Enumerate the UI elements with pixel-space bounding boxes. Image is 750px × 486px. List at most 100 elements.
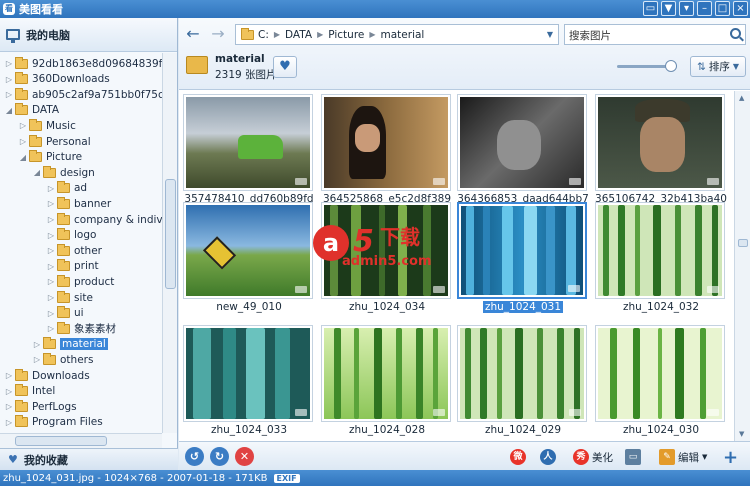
collapsed-arrow-icon[interactable]: ▷ bbox=[32, 340, 42, 349]
collapsed-arrow-icon[interactable]: ▷ bbox=[46, 215, 56, 224]
thumbnail-image[interactable] bbox=[186, 97, 310, 188]
tree-item[interactable]: ◢ design bbox=[32, 165, 95, 180]
collapsed-arrow-icon[interactable]: ▷ bbox=[46, 246, 56, 255]
tree-item[interactable]: ▷ banner bbox=[46, 196, 111, 211]
scroll-up-icon[interactable]: ▲ bbox=[739, 94, 744, 102]
thumbnail-item[interactable]: 364366853_daad644bb7 bbox=[457, 94, 591, 206]
tree-item[interactable]: ▷ Music bbox=[18, 118, 76, 133]
tree-item[interactable]: ▷ 92db1863e8d09684839fea bbox=[4, 56, 162, 71]
chat-icon[interactable]: ▭ bbox=[643, 1, 658, 16]
scroll-down-icon[interactable]: ▼ bbox=[739, 430, 744, 438]
tree-item[interactable]: ◢ DATA bbox=[4, 103, 59, 118]
thumbnail-image[interactable] bbox=[324, 97, 448, 188]
collapsed-arrow-icon[interactable]: ▷ bbox=[46, 309, 56, 318]
thumbnail-item[interactable]: zhu_1024_030 bbox=[595, 325, 729, 437]
sidebar-vertical-scrollbar[interactable] bbox=[162, 53, 177, 433]
search-icon[interactable] bbox=[730, 28, 741, 39]
forward-arrow-icon[interactable]: → bbox=[208, 25, 228, 45]
tree-item[interactable]: ▷ company & individua bbox=[46, 212, 162, 227]
sort-button[interactable]: ⇅ 排序 ▼ bbox=[690, 56, 746, 77]
favorites-header[interactable]: ♥ 我的收藏 bbox=[0, 448, 178, 470]
edit-button[interactable]: ✎ 编辑 ▼ bbox=[659, 448, 707, 466]
thumbnail-frame[interactable] bbox=[457, 94, 587, 191]
tree-item[interactable]: ▷ print bbox=[46, 259, 99, 274]
tree-item[interactable]: ▷ product bbox=[46, 274, 114, 289]
collapsed-arrow-icon[interactable]: ▷ bbox=[46, 199, 56, 208]
rotate-left-icon[interactable]: ↺ bbox=[185, 447, 204, 466]
zoom-slider-thumb[interactable] bbox=[665, 60, 677, 72]
collapsed-arrow-icon[interactable]: ▷ bbox=[46, 231, 56, 240]
thumbnail-frame[interactable] bbox=[595, 94, 725, 191]
search-input[interactable]: 搜索图片 bbox=[564, 24, 746, 45]
skin-icon[interactable]: ▼ bbox=[661, 1, 676, 16]
thumbnail-item[interactable]: zhu_1024_032 bbox=[595, 202, 729, 314]
breadcrumb-separator-icon[interactable]: ▶ bbox=[274, 30, 280, 39]
tree-item[interactable]: ▷ Intel bbox=[4, 384, 55, 399]
thumbnail-item[interactable]: 365106742_32b413ba40 bbox=[595, 94, 729, 206]
thumbnail-image[interactable] bbox=[598, 205, 722, 296]
thumbnail-frame[interactable] bbox=[321, 325, 451, 422]
tree-item[interactable]: ▷ 360Downloads bbox=[4, 72, 110, 87]
tree-item[interactable]: ▷ other bbox=[46, 243, 102, 258]
breadcrumb-item[interactable]: material bbox=[381, 29, 425, 41]
thumbnail-image[interactable] bbox=[460, 328, 584, 419]
collapsed-arrow-icon[interactable]: ▷ bbox=[4, 402, 14, 411]
collapsed-arrow-icon[interactable]: ▷ bbox=[18, 137, 28, 146]
sidebar-horizontal-scrollbar[interactable] bbox=[0, 433, 162, 448]
tree-item[interactable]: ▷ ad bbox=[46, 181, 87, 196]
tree-item[interactable]: ▷ material bbox=[32, 337, 108, 352]
collapsed-arrow-icon[interactable]: ▷ bbox=[4, 75, 14, 84]
address-bar[interactable]: C: ▶ DATA ▶ Picture ▶ material ▼ bbox=[235, 24, 559, 45]
tree-item[interactable]: ▷ Personal bbox=[18, 134, 91, 149]
slideshow-button[interactable]: ▭ bbox=[625, 448, 641, 466]
tree-item[interactable]: ▷ 象素素材 bbox=[46, 321, 116, 336]
minimize-button[interactable]: – bbox=[697, 1, 712, 16]
tree-item[interactable]: ▷ Downloads bbox=[4, 368, 90, 383]
rotate-right-icon[interactable]: ↻ bbox=[210, 447, 229, 466]
breadcrumb-separator-icon[interactable]: ▶ bbox=[317, 30, 323, 39]
scroll-thumb[interactable] bbox=[165, 179, 176, 289]
tree-item[interactable]: ▷ others bbox=[32, 352, 93, 367]
collapsed-arrow-icon[interactable]: ▷ bbox=[46, 184, 56, 193]
thumbnail-frame[interactable] bbox=[183, 202, 313, 299]
collapsed-arrow-icon[interactable]: ▷ bbox=[18, 121, 28, 130]
back-arrow-icon[interactable]: ← bbox=[183, 25, 203, 45]
thumbnail-image[interactable] bbox=[460, 97, 584, 188]
thumbnail-frame[interactable] bbox=[457, 202, 587, 299]
collapsed-arrow-icon[interactable]: ▷ bbox=[46, 262, 56, 271]
thumbnail-frame[interactable] bbox=[183, 325, 313, 422]
scroll-thumb[interactable] bbox=[15, 436, 107, 446]
delete-icon[interactable]: ✕ bbox=[235, 447, 254, 466]
thumbnail-frame[interactable] bbox=[595, 202, 725, 299]
exif-badge[interactable]: EXIF bbox=[273, 473, 300, 483]
collapsed-arrow-icon[interactable]: ▷ bbox=[46, 324, 56, 333]
chevron-down-icon[interactable]: ▼ bbox=[547, 30, 553, 39]
weibo-share-button[interactable]: 微 bbox=[510, 448, 526, 466]
maximize-button[interactable]: □ bbox=[715, 1, 730, 16]
menu-icon[interactable]: ▾ bbox=[679, 1, 694, 16]
thumbnail-item[interactable]: zhu_1024_029 bbox=[457, 325, 591, 437]
thumbnail-item[interactable]: zhu_1024_028 bbox=[321, 325, 455, 437]
my-computer-header[interactable]: 我的电脑 bbox=[0, 18, 177, 52]
thumbnail-frame[interactable] bbox=[321, 94, 451, 191]
collapsed-arrow-icon[interactable]: ▷ bbox=[4, 418, 14, 427]
thumbnail-image[interactable] bbox=[461, 206, 583, 295]
tree-item[interactable]: ◢ Picture bbox=[18, 150, 82, 165]
expanded-arrow-icon[interactable]: ◢ bbox=[18, 153, 28, 162]
grid-vertical-scrollbar[interactable]: ▲ ▼ bbox=[734, 91, 750, 441]
collapsed-arrow-icon[interactable]: ▷ bbox=[46, 277, 56, 286]
expanded-arrow-icon[interactable]: ◢ bbox=[32, 168, 42, 177]
thumbnail-frame[interactable] bbox=[457, 325, 587, 422]
thumbnail-image[interactable] bbox=[598, 97, 722, 188]
thumbnail-frame[interactable] bbox=[595, 325, 725, 422]
share-button[interactable]: 人 bbox=[540, 448, 556, 466]
thumbnail-item[interactable]: 364525868_e5c2d8f389 bbox=[321, 94, 455, 206]
tree-item[interactable]: ▷ logo bbox=[46, 228, 96, 243]
breadcrumb-item[interactable]: Picture bbox=[328, 29, 364, 41]
thumbnail-image[interactable] bbox=[186, 328, 310, 419]
thumbnail-frame[interactable] bbox=[183, 94, 313, 191]
thumbnail-item[interactable]: zhu_1024_031 bbox=[457, 202, 591, 314]
tree-item[interactable]: ▷ ui bbox=[46, 306, 84, 321]
collapsed-arrow-icon[interactable]: ▷ bbox=[4, 387, 14, 396]
thumbnail-item[interactable]: new_49_010 bbox=[183, 202, 317, 314]
